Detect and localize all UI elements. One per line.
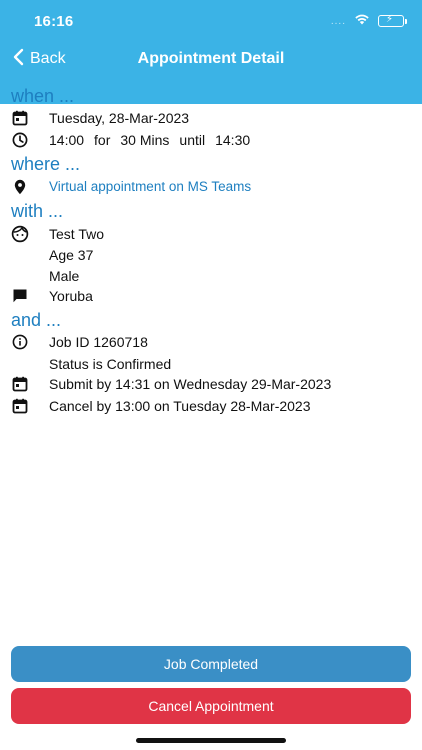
calendar-icon — [11, 397, 29, 415]
for-word: for — [94, 132, 111, 148]
client-gender-row: Male — [0, 265, 422, 287]
submit-by: Submit by 14:31 on Wednesday 29-Mar-2023 — [49, 376, 332, 392]
status-icons: .... ⚡ — [330, 12, 407, 30]
end-time: 14:30 — [215, 132, 251, 148]
signal-icon: .... — [330, 15, 346, 27]
section-with-title: with ... — [11, 201, 64, 221]
client-name: Test Two — [49, 226, 104, 242]
face-icon — [11, 225, 29, 243]
language: Yoruba — [49, 288, 93, 304]
time-row: 14:00 for 30 Mins until 14:30 — [0, 129, 422, 151]
page-title: Appointment Detail — [137, 50, 285, 67]
nav-bar: Back Appointment Detail — [0, 44, 422, 74]
job-id: Job ID 1260718 — [49, 334, 148, 350]
section-when-title: when ... — [11, 86, 75, 106]
charging-bolt-icon: ⚡ — [386, 14, 394, 25]
duration: 30 Mins — [120, 132, 170, 148]
location-pin-icon — [11, 178, 29, 196]
client-age-row: Age 37 — [0, 244, 422, 266]
location-link[interactable]: Virtual appointment on MS Teams — [49, 179, 251, 194]
appointment-date: Tuesday, 28-Mar-2023 — [49, 110, 190, 126]
calendar-icon — [11, 375, 29, 393]
wifi-icon — [354, 12, 370, 30]
appointment-status: Status is Confirmed — [49, 356, 172, 372]
home-indicator[interactable] — [136, 738, 286, 743]
section-where-title: where ... — [11, 154, 81, 174]
cancel-by: Cancel by 13:00 on Tuesday 28-Mar-2023 — [49, 398, 311, 414]
section-and-title: and ... — [11, 310, 62, 330]
language-row: Yoruba — [0, 285, 422, 307]
status-row: Status is Confirmed — [0, 353, 422, 375]
job-completed-button[interactable]: Job Completed — [11, 646, 411, 682]
location-row[interactable]: Virtual appointment on MS Teams — [0, 176, 422, 198]
chat-bubble-icon — [11, 287, 29, 305]
calendar-icon — [11, 109, 29, 127]
until-word: until — [179, 132, 206, 148]
battery-icon: ⚡ — [378, 14, 407, 27]
date-row: Tuesday, 28-Mar-2023 — [0, 107, 422, 129]
client-name-row: Test Two — [0, 223, 422, 245]
info-icon — [11, 333, 29, 351]
time-summary: 14:00 for 30 Mins until 14:30 — [49, 132, 250, 148]
cancel-by-row: Cancel by 13:00 on Tuesday 28-Mar-2023 — [0, 395, 422, 417]
status-time: 16:16 — [34, 13, 74, 30]
start-time: 14:00 — [49, 132, 85, 148]
job-id-row: Job ID 1260718 — [0, 331, 422, 353]
clock-icon — [11, 131, 29, 149]
app-screen: 16:16 .... ⚡ Back Appointment Detail whe… — [0, 0, 422, 750]
cancel-appointment-button[interactable]: Cancel Appointment — [11, 688, 411, 724]
client-gender: Male — [49, 268, 80, 284]
status-bar: 16:16 .... ⚡ — [0, 0, 422, 44]
submit-by-row: Submit by 14:31 on Wednesday 29-Mar-2023 — [0, 373, 422, 395]
client-age: Age 37 — [49, 247, 94, 263]
